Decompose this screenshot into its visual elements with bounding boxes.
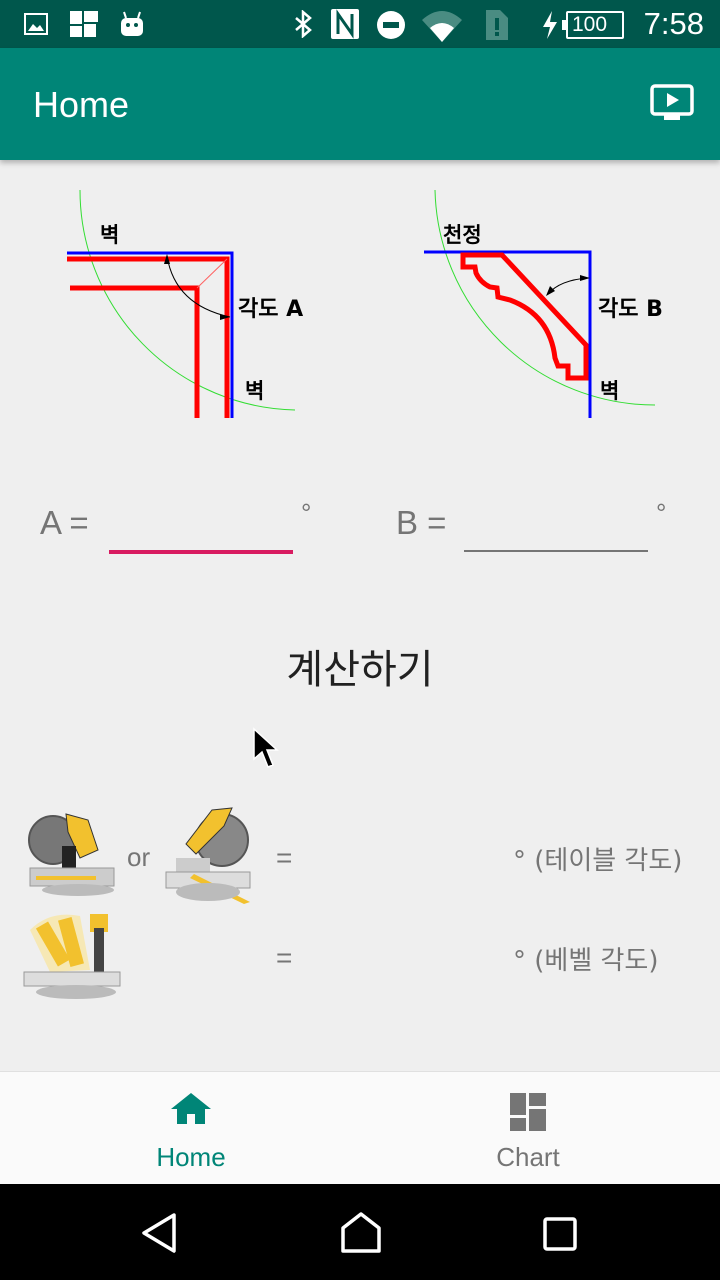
wall-label-right: 벽 — [600, 379, 619, 403]
angle-a-label: 각도 A — [238, 297, 303, 322]
field-a-label: A = — [40, 504, 89, 541]
angle-inputs: A = ° B = ° — [0, 490, 720, 570]
field-a-unit: ° — [301, 498, 312, 528]
or-label: or — [127, 842, 151, 872]
table-equals: = — [276, 842, 293, 873]
bluetooth-icon — [295, 10, 312, 38]
battery-icon: 100 — [562, 11, 624, 39]
dashboard-icon — [510, 1093, 546, 1131]
mouse-cursor-icon — [253, 727, 279, 768]
android-icon — [121, 11, 143, 36]
table-angle-suffix: ° (테이블 각도) — [513, 846, 683, 876]
ceiling-label: 천정 — [443, 223, 482, 247]
diagram-angle-a: 벽 각도 A 벽 — [67, 189, 303, 418]
charging-icon — [543, 11, 557, 39]
battery-level: 100 — [572, 13, 608, 36]
field-b-unit: ° — [656, 498, 667, 528]
molding-inner — [70, 285, 200, 418]
back-icon[interactable] — [140, 1212, 180, 1254]
calculate-button[interactable]: 계산하기 — [230, 635, 490, 705]
miter-saw-image-2 — [165, 807, 251, 904]
angle-a-underline — [109, 550, 293, 554]
sim-alert-icon — [486, 10, 508, 40]
app-bar: Home — [0, 48, 720, 160]
wifi-icon — [422, 11, 462, 42]
recents-icon[interactable] — [542, 1216, 580, 1254]
do-not-disturb-icon — [377, 11, 405, 39]
bevel-angle-suffix: ° (베벨 각도) — [513, 946, 659, 976]
miter-saw-image-1 — [28, 813, 115, 896]
angle-a-input[interactable] — [109, 490, 297, 554]
home-nav-icon[interactable] — [340, 1212, 382, 1254]
crown-molding — [460, 252, 589, 381]
clock: 7:58 — [643, 6, 704, 41]
system-navigation-bar — [0, 1184, 720, 1280]
diagram-angle-b: 천정 각도 B 벽 — [424, 189, 663, 418]
tab-home-label: Home — [156, 1142, 226, 1172]
nfc-icon — [331, 9, 359, 39]
tab-chart[interactable]: Chart — [348, 1072, 708, 1185]
cast-icon[interactable] — [650, 84, 694, 122]
status-bar: 100 7:58 — [0, 0, 720, 48]
angle-b-label: 각도 B — [598, 297, 663, 322]
wall-label-top: 벽 — [100, 223, 119, 247]
image-icon — [24, 13, 48, 35]
ceiling-wall-line — [424, 250, 592, 418]
wall-label-right: 벽 — [245, 379, 264, 403]
tab-home[interactable]: Home — [11, 1072, 371, 1185]
puzzle-icon — [70, 11, 98, 37]
field-b-label: B = — [396, 504, 447, 541]
bevel-saw-image — [23, 914, 121, 999]
tab-chart-label: Chart — [496, 1142, 560, 1172]
page-title: Home — [33, 84, 130, 125]
angle-b-underline — [464, 550, 648, 552]
bottom-navigation: Home Chart — [0, 1071, 720, 1185]
angle-b-input[interactable] — [464, 490, 652, 554]
home-icon — [171, 1093, 211, 1124]
bevel-equals: = — [276, 942, 293, 973]
